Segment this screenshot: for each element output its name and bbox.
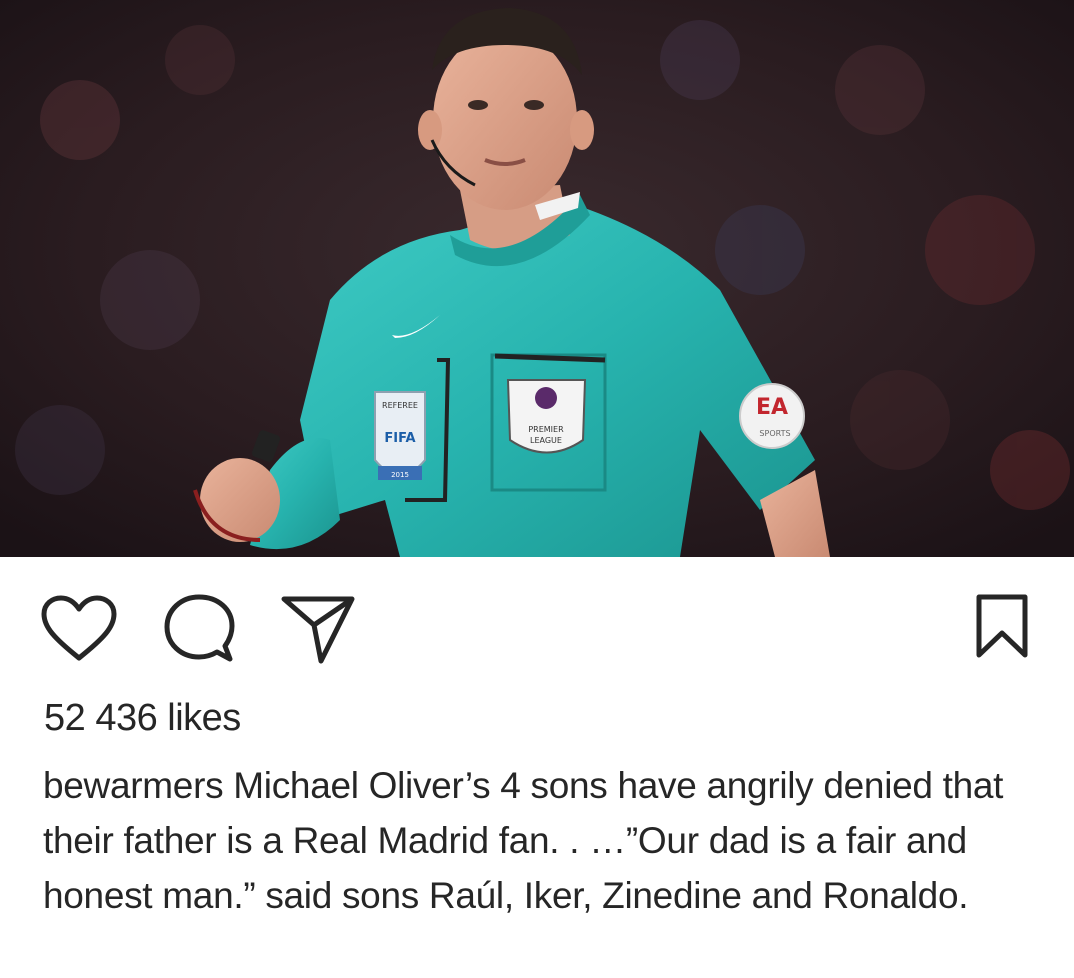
referee-badge-top: REFEREE: [382, 401, 418, 410]
heart-icon[interactable]: [40, 595, 118, 663]
referee-photo: REFEREE FIFA 2015 PREMIER LEAGUE EA SPOR…: [0, 0, 1074, 557]
post-photo[interactable]: REFEREE FIFA 2015 PREMIER LEAGUE EA SPOR…: [0, 0, 1074, 557]
sleeve-patch-text: SPORTS: [759, 429, 790, 438]
speech-bubble-icon[interactable]: [163, 594, 235, 664]
referee-badge-year: 2015: [391, 471, 409, 479]
paper-plane-icon[interactable]: [280, 593, 356, 665]
league-badge-line2: LEAGUE: [530, 436, 562, 445]
league-badge-line1: PREMIER: [528, 425, 564, 434]
svg-text:EA: EA: [756, 395, 788, 420]
post-action-bar: [0, 557, 1074, 697]
bookmark-icon[interactable]: [975, 593, 1029, 659]
post-caption: bewarmers Michael Oliver’s 4 sons have a…: [43, 758, 1053, 923]
caption-username[interactable]: bewarmers: [43, 765, 224, 806]
referee-badge-fifa: FIFA: [384, 431, 415, 446]
likes-count[interactable]: 52 436 likes: [44, 697, 241, 740]
